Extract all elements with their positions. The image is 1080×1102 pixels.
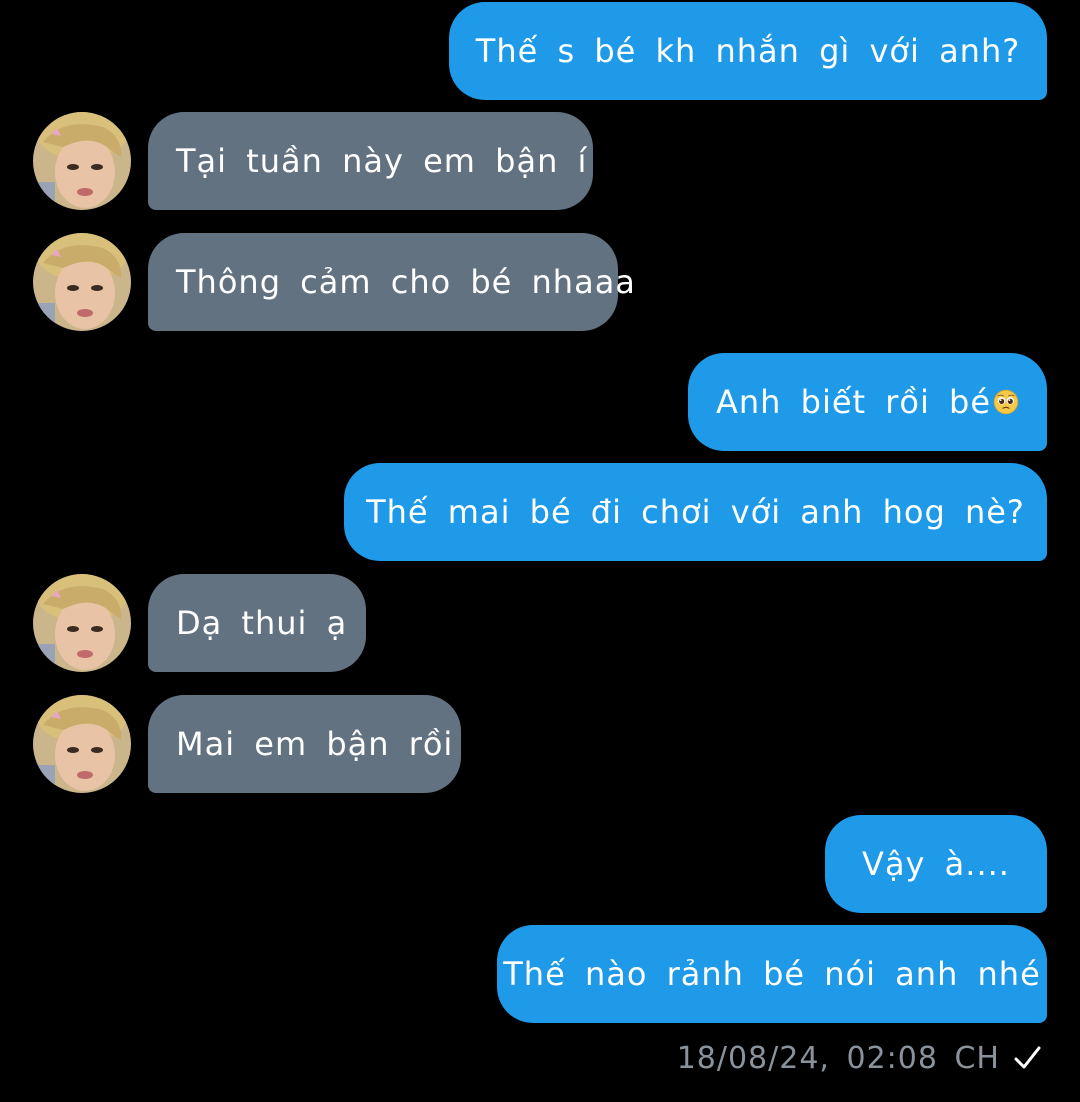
timestamp: 18/08/24, 02:08 CH	[676, 1040, 1000, 1076]
sent-message[interactable]: Thế mai bé đi chơi với anh hog nè?	[344, 463, 1047, 561]
message-text: Tại tuần này em bận í	[176, 142, 588, 180]
sent-message[interactable]: Thế s bé kh nhắn gì với anh?	[449, 2, 1047, 100]
message-text: Thế nào rảnh bé nói anh nhé	[503, 955, 1041, 993]
checkmark-icon	[1014, 1046, 1041, 1069]
chat-thread: Thế s bé kh nhắn gì với anh? Tại tuần nà…	[0, 0, 1080, 1102]
received-message[interactable]: Thông cảm cho bé nhaaa	[148, 233, 635, 331]
avatar-photo	[33, 695, 131, 793]
message-text: Dạ thui ạ	[176, 604, 348, 642]
message-text: Thông cảm cho bé nhaaa	[176, 263, 636, 301]
message-meta: 18/08/24, 02:08 CH	[677, 1034, 1042, 1082]
message-text: Thế s bé kh nhắn gì với anh?	[475, 32, 1021, 70]
contact-avatar[interactable]	[33, 112, 131, 210]
avatar-photo	[33, 233, 131, 331]
avatar-photo	[33, 112, 131, 210]
sent-message[interactable]: Anh biết rồi bé	[688, 353, 1047, 451]
message-text: Anh biết rồi bé	[716, 383, 992, 421]
pleading-face-icon	[993, 389, 1019, 415]
sent-message[interactable]: Thế nào rảnh bé nói anh nhé	[497, 925, 1047, 1023]
message-text: Thế mai bé đi chơi với anh hog nè?	[366, 493, 1025, 531]
contact-avatar[interactable]	[33, 233, 131, 331]
contact-avatar[interactable]	[33, 574, 131, 672]
received-message[interactable]: Tại tuần này em bận í	[148, 112, 593, 210]
received-message[interactable]: Dạ thui ạ	[148, 574, 366, 672]
avatar-photo	[33, 574, 131, 672]
received-message[interactable]: Mai em bận rồi	[148, 695, 461, 793]
sent-message[interactable]: Vậy à....	[825, 815, 1047, 913]
message-text: Mai em bận rồi	[176, 725, 454, 763]
message-text: Vậy à....	[862, 845, 1010, 883]
contact-avatar[interactable]	[33, 695, 131, 793]
